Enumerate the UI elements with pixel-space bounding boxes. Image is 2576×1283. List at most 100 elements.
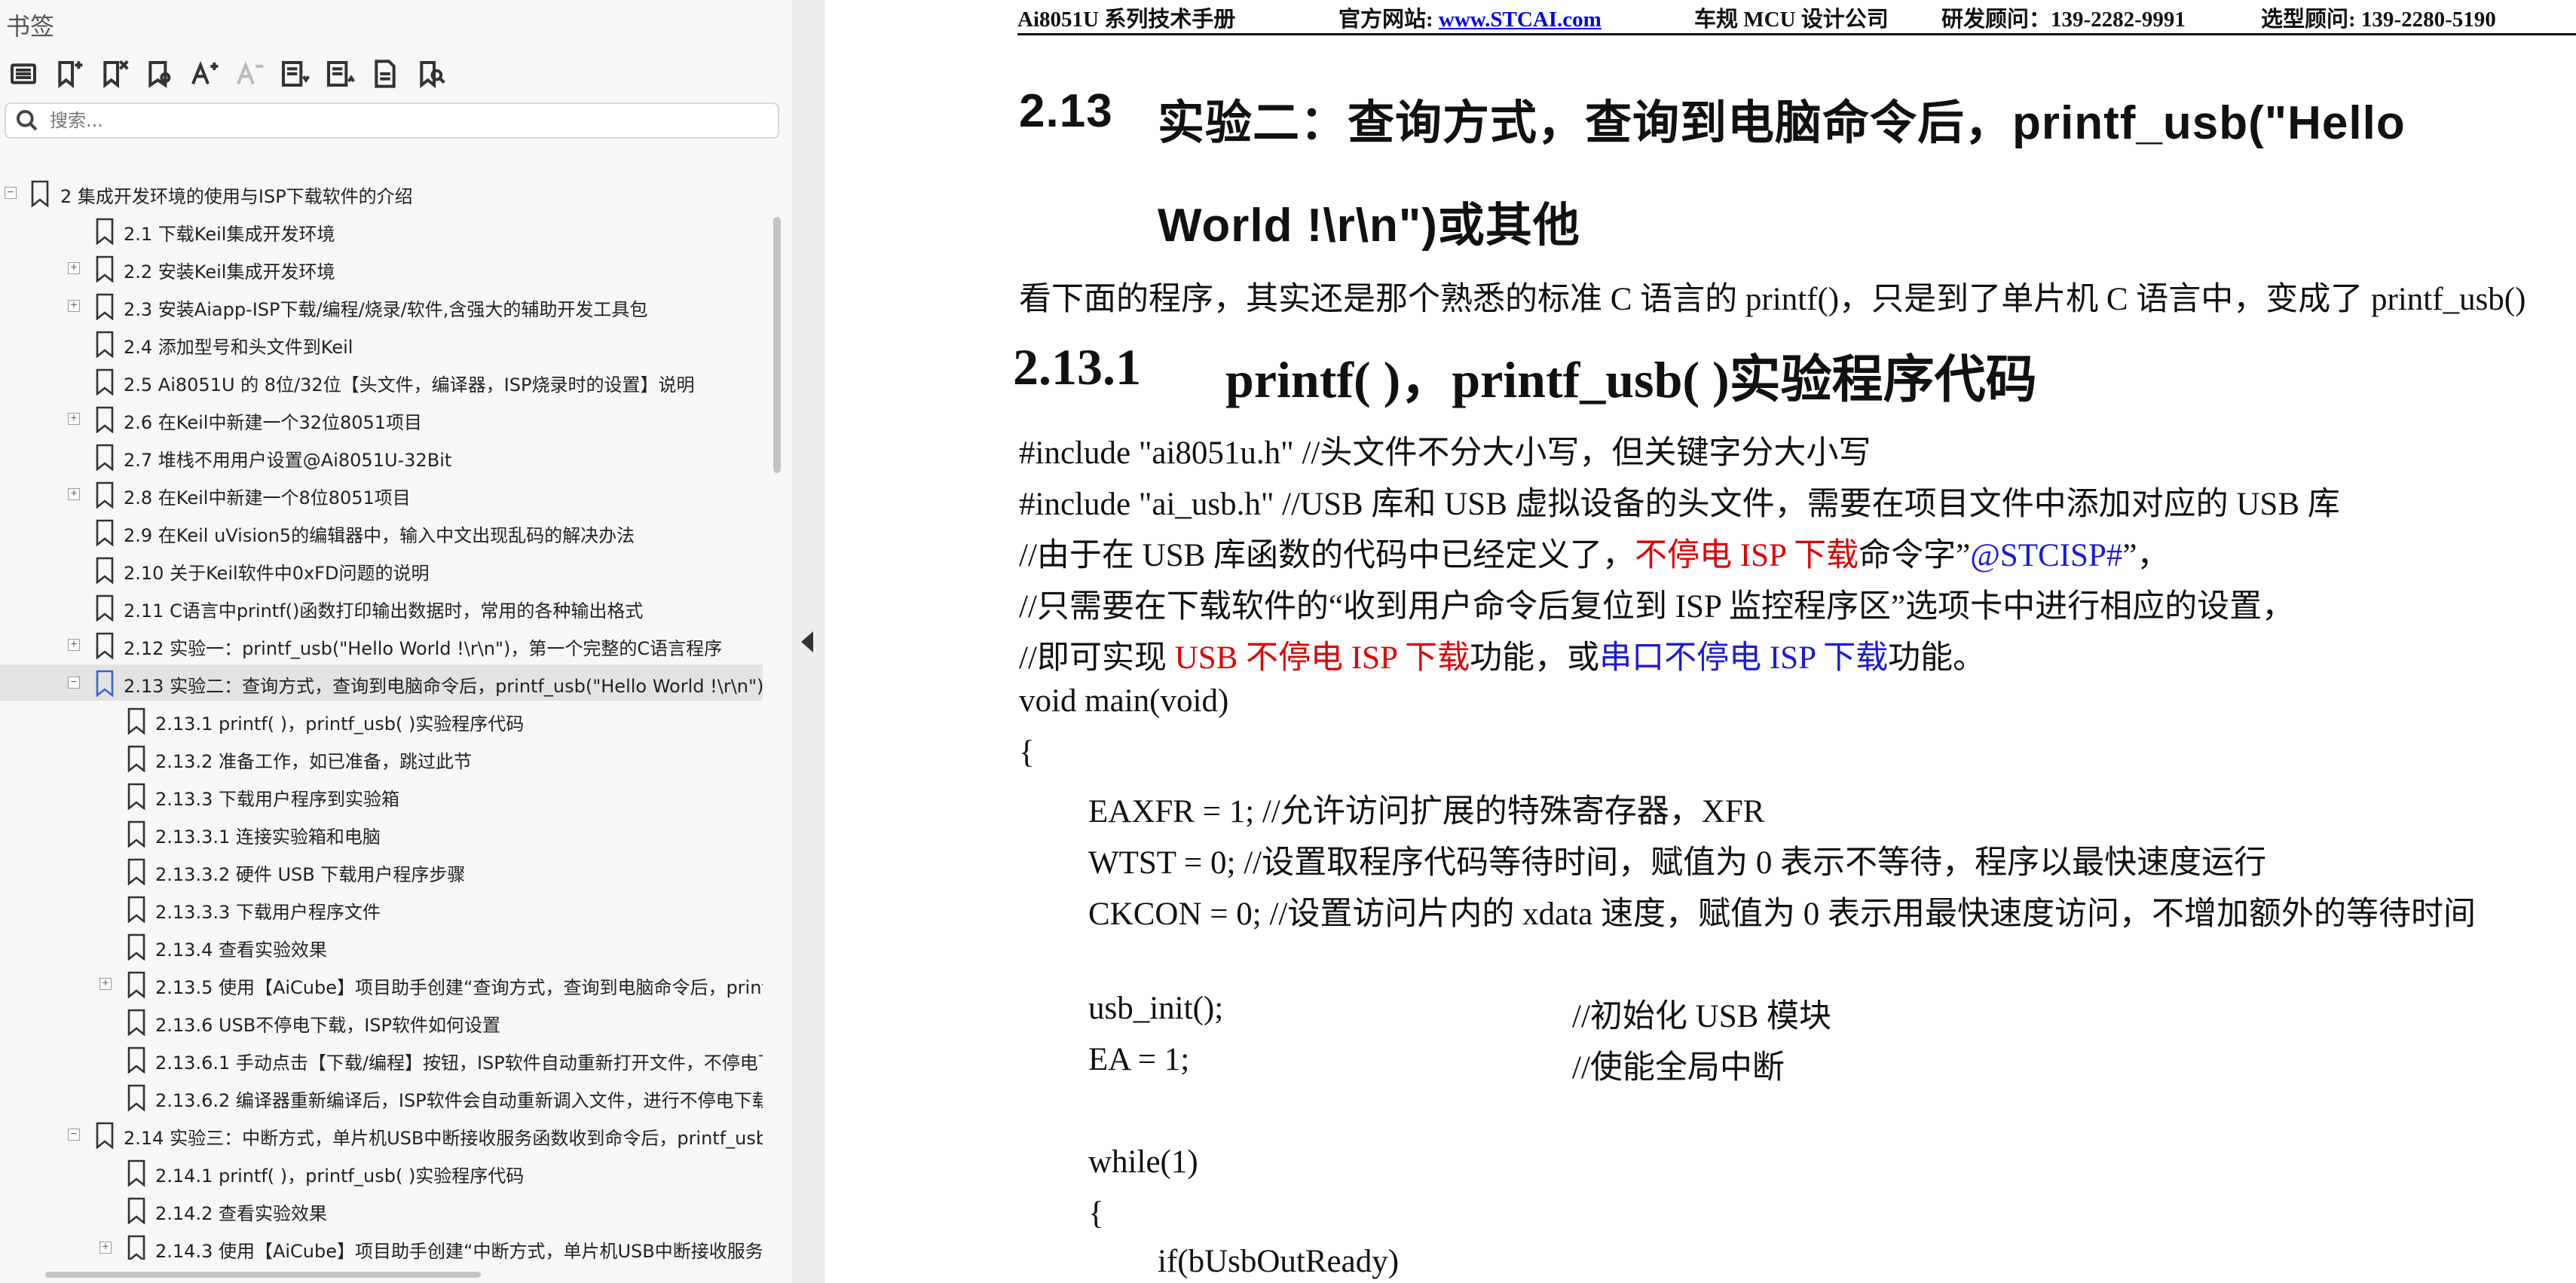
bookmark-label: 2.1 下载Keil集成开发环境	[124, 224, 335, 245]
bookmark-icon	[127, 1197, 146, 1225]
list-view-icon[interactable]	[6, 57, 41, 91]
bookmark-item[interactable]: 2.13.3.2 硬件 USB 下载用户程序步骤	[0, 853, 763, 889]
bookmark-label: 2.13.3.2 硬件 USB 下载用户程序步骤	[155, 864, 466, 885]
bookmark-icon	[95, 670, 115, 698]
bookmark-item[interactable]: +2.6 在Keil中新建一个32位8051项目	[0, 401, 763, 437]
section-title-line1: 实验二：查询方式，查询到电脑命令后，printf_usb("Hello	[1158, 97, 2406, 149]
find-bookmark-icon[interactable]	[413, 57, 448, 91]
code-line-5-text: //即可实现	[1019, 640, 1175, 676]
bookmark-item[interactable]: 2.14.2 查看实验效果	[0, 1192, 763, 1228]
bookmark-item[interactable]: +2.14.3 使用【AiCube】项目助手创建“中断方式，单片机USB中断接收…	[0, 1230, 763, 1260]
bookmark-item[interactable]: 2.9 在Keil uVision5的编辑器中，输入中文出现乱码的解决办法	[0, 514, 763, 550]
bookmark-item[interactable]: 2.13.3.1 连接实验箱和电脑	[0, 815, 763, 851]
bookmark-panel: 书签 搜索... − 2 集成开发环境的使用与ISP下载软件的介绍 2.1 下载…	[0, 0, 793, 1283]
bookmark-item[interactable]: 2.10 关于Keil软件中0xFD问题的说明	[0, 551, 763, 588]
panel-splitter[interactable]	[793, 0, 825, 1283]
bookmark-item[interactable]: − 2.13 实验二：查询方式，查询到电脑命令后，printf_usb("Hell…	[0, 664, 763, 701]
expand-toggle-icon[interactable]: +	[68, 262, 80, 274]
bookmark-label: 2.13.3.1 连接实验箱和电脑	[155, 826, 381, 848]
bookmark-item[interactable]: 2.13.3 下载用户程序到实验箱	[0, 777, 763, 814]
add-bookmark-icon[interactable]	[51, 57, 86, 91]
bookmark-item[interactable]: 2.14.1 printf( )，printf_usb( )实验程序代码	[0, 1154, 763, 1190]
bookmark-icon	[95, 406, 115, 434]
code-line-12: EA = 1;	[1088, 1042, 1190, 1077]
expand-toggle-icon[interactable]: +	[99, 978, 112, 990]
bookmark-item[interactable]: − 2.14 实验三：中断方式，单片机USB中断接收服务函数收到命令后，print…	[0, 1117, 763, 1153]
document-page: Ai8051U 系列技术手册 官方网站: www.STCAI.com 车规 MC…	[825, 0, 2576, 1283]
bookmark-icon	[127, 858, 146, 886]
bookmark-icon	[95, 1122, 115, 1150]
bookmark-settings-icon[interactable]	[142, 57, 176, 91]
bookmark-label: 2.3 安装Aiapp-ISP下载/编程/烧录/软件,含强大的辅助开发工具包	[124, 299, 648, 320]
bookmark-item[interactable]: 2.13.4 查看实验效果	[0, 928, 763, 964]
bookmark-item[interactable]: +2.12 实验一：printf_usb("Hello World !\r\n"…	[0, 627, 763, 663]
bookmark-label: 2.13.4 查看实验效果	[155, 939, 327, 961]
bookmark-item[interactable]: 2.13.6 USB不停电下载，ISP软件如何设置	[0, 1003, 763, 1040]
current-page-bookmark-icon[interactable]	[368, 57, 402, 91]
search-input[interactable]	[48, 109, 778, 132]
code-line-4: //只需要在下载软件的“收到用户命令后复位到 ISP 监控程序区”选项卡中进行相…	[1019, 589, 2295, 625]
code-line-11-comment: //初始化 USB 模块	[1572, 999, 1832, 1034]
expand-toggle-icon[interactable]: +	[68, 488, 80, 500]
expand-all-icon[interactable]	[277, 57, 312, 91]
collapse-toggle-icon[interactable]: −	[68, 677, 80, 689]
bookmark-icon	[95, 293, 115, 321]
intro-paragraph: 看下面的程序，其实还是那个熟悉的标准 C 语言的 printf()，只是到了单片…	[1019, 282, 2526, 317]
bookmark-item[interactable]: +2.2 安装Keil集成开发环境	[0, 250, 763, 286]
bookmark-label: 2.13.6 USB不停电下载，ISP软件如何设置	[155, 1015, 501, 1036]
bookmark-item[interactable]: 2.13.2 准备工作，如已准备，跳过此节	[0, 740, 763, 776]
delete-bookmark-icon[interactable]	[96, 57, 131, 91]
expand-toggle-icon[interactable]: +	[68, 413, 80, 425]
shrink-font-icon[interactable]	[232, 57, 267, 91]
bookmark-item[interactable]: 2.11 C语言中printf()函数打印输出数据时，常用的各种输出格式	[0, 589, 763, 625]
bookmark-item[interactable]: 2.1 下载Keil集成开发环境	[0, 212, 763, 249]
collapse-all-icon[interactable]	[323, 57, 357, 91]
vertical-scrollbar[interactable]	[773, 217, 781, 473]
bookmark-item[interactable]: − 2 集成开发环境的使用与ISP下载软件的介绍	[0, 175, 763, 211]
bookmark-icon	[95, 632, 115, 660]
code-line-5: //即可实现 USB 不停电 ISP 下载功能，或串口不停电 ISP 下载功能。	[1019, 631, 1985, 678]
horizontal-scrollbar[interactable]	[45, 1272, 481, 1278]
bookmark-item[interactable]: 2.4 添加型号和头文件到Keil	[0, 325, 763, 362]
bookmark-item[interactable]: +2.13.5 使用【AiCube】项目助手创建“查询方式，查询到电脑命令后，p…	[0, 966, 763, 1002]
bookmark-label: 2.4 添加型号和头文件到Keil	[124, 337, 353, 358]
bookmark-label: 2.14.1 printf( )，printf_usb( )实验程序代码	[155, 1165, 525, 1187]
bookmark-item[interactable]: 2.7 堆栈不用用户设置@Ai8051U-32Bit	[0, 438, 763, 475]
collapse-toggle-icon[interactable]: −	[5, 187, 17, 199]
bookmark-label: 2.11 C语言中printf()函数打印输出数据时，常用的各种输出格式	[124, 600, 644, 622]
bookmark-icon	[95, 519, 115, 547]
bookmark-label: 2.13.5 使用【AiCube】项目助手创建“查询方式，查询到电脑命令后，pr…	[155, 977, 763, 998]
bookmark-icon	[127, 707, 146, 735]
header-site-link[interactable]: www.STCAI.com	[1439, 8, 1602, 32]
bookmark-label: 2.13.3.3 下载用户程序文件	[155, 902, 381, 923]
expand-toggle-icon[interactable]: +	[68, 639, 80, 651]
bookmark-item[interactable]: +2.8 在Keil中新建一个8位8051项目	[0, 476, 763, 512]
bookmark-item[interactable]: 2.5 Ai8051U 的 8位/32位【头文件，编译器，ISP烧录时的设置】说…	[0, 363, 763, 399]
bookmark-label: 2.12 实验一：printf_usb("Hello World !\r\n")…	[124, 638, 723, 659]
bookmark-label: 2.7 堆栈不用用户设置@Ai8051U-32Bit	[124, 450, 452, 471]
collapse-panel-arrow-icon[interactable]	[801, 631, 813, 652]
bookmark-label: 2.14.3 使用【AiCube】项目助手创建“中断方式，单片机USB中断接收服…	[155, 1241, 763, 1260]
bookmark-icon	[127, 1159, 146, 1187]
bookmark-item[interactable]: 2.13.6.2 编译器重新编译后，ISP软件会自动重新调入文件，进行不停电下载	[0, 1079, 763, 1115]
bookmark-item[interactable]: 2.13.3.3 下载用户程序文件	[0, 890, 763, 927]
bookmark-item[interactable]: 2.13.1 printf( )，printf_usb( )实验程序代码	[0, 702, 763, 738]
bookmark-label: 2.9 在Keil uVision5的编辑器中，输入中文出现乱码的解决办法	[124, 525, 635, 546]
header-sales: 选型顾问: 139-2280-5190	[2261, 8, 2496, 32]
code-line-11: usb_init();	[1088, 991, 1224, 1026]
expand-font-icon[interactable]	[187, 57, 222, 91]
bookmark-icon	[95, 368, 115, 396]
bookmark-icon	[127, 933, 146, 961]
page-header: Ai8051U 系列技术手册 官方网站: www.STCAI.com 车规 MC…	[1017, 0, 2576, 35]
bookmark-item[interactable]: +2.3 安装Aiapp-ISP下载/编程/烧录/软件,含强大的辅助开发工具包	[0, 288, 763, 324]
bookmark-label: 2.13.6.2 编译器重新编译后，ISP软件会自动重新调入文件，进行不停电下载	[155, 1090, 763, 1111]
collapse-toggle-icon[interactable]: −	[68, 1129, 80, 1141]
expand-toggle-icon[interactable]: +	[68, 300, 80, 312]
expand-toggle-icon[interactable]: +	[99, 1242, 112, 1254]
bookmark-label: 2.14 实验三：中断方式，单片机USB中断接收服务函数收到命令后，printf…	[124, 1128, 763, 1149]
header-advisor: 研发顾问：139-2282-9991	[1941, 8, 2186, 32]
search-box[interactable]	[5, 102, 779, 139]
bookmark-label: 2.13.2 准备工作，如已准备，跳过此节	[155, 751, 472, 772]
bookmark-icon	[127, 896, 146, 924]
bookmark-item[interactable]: 2.13.6.1 手动点击【下载/编程】按钮，ISP软件自动重新打开文件，不停电…	[0, 1041, 763, 1077]
